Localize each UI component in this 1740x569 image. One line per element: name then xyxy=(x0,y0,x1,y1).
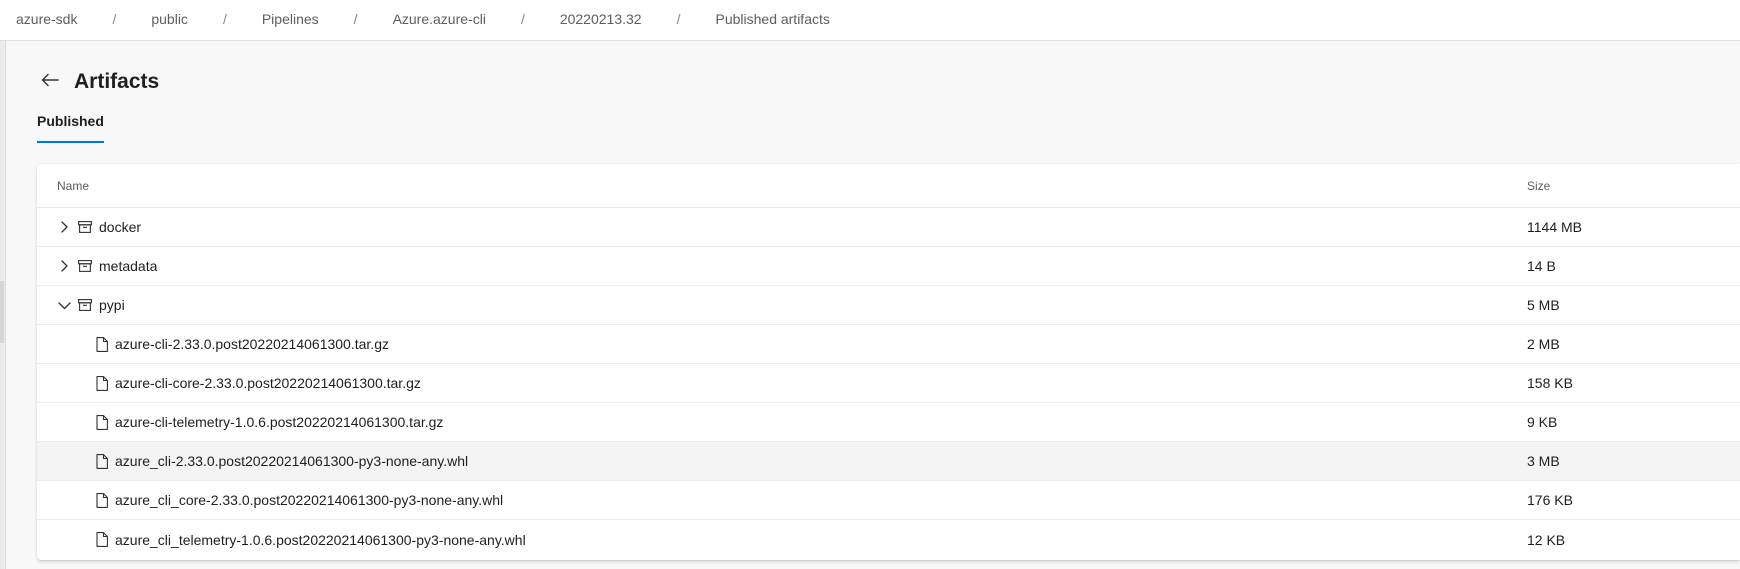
size-cell: 5 MB xyxy=(1527,297,1560,313)
file-name: azure_cli_core-2.33.0.post20220214061300… xyxy=(115,492,504,508)
table-header: Name Size xyxy=(37,164,1740,208)
breadcrumb-project[interactable]: public xyxy=(151,11,188,27)
size-cell: 2 MB xyxy=(1527,336,1560,352)
file-row[interactable]: azure_cli-2.33.0.post20220214061300-py3-… xyxy=(37,442,1740,481)
file-icon xyxy=(94,336,110,352)
file-name: azure_cli_telemetry-1.0.6.post2022021406… xyxy=(115,531,526,548)
breadcrumb-separator: / xyxy=(520,10,525,27)
artifact-row[interactable]: docker 1144 MB xyxy=(37,208,1740,247)
size-cell: 14 B xyxy=(1527,258,1556,274)
artifacts-table: Name Size docker 1144 MB metadata 14 B pypi 5… xyxy=(37,164,1740,560)
table-body: docker 1144 MB metadata 14 B pypi 5 MB azure-c… xyxy=(37,208,1740,559)
top-bar: azure-sdk / public / Pipelines / Azure.a… xyxy=(0,0,1740,41)
tab-published[interactable]: Published xyxy=(37,113,104,143)
breadcrumb-run[interactable]: 20220213.32 xyxy=(560,11,642,27)
left-nav-strip xyxy=(0,41,6,569)
breadcrumb-separator: / xyxy=(676,10,681,27)
artifact-folder-icon xyxy=(77,297,93,313)
file-icon xyxy=(94,532,110,548)
page-title: Artifacts xyxy=(74,70,160,93)
breadcrumb-pipeline[interactable]: Azure.azure-cli xyxy=(393,11,486,27)
chevron-right-icon[interactable] xyxy=(56,219,72,235)
column-header-size[interactable]: Size xyxy=(1527,179,1550,193)
file-row[interactable]: azure-cli-2.33.0.post20220214061300.tar.… xyxy=(37,325,1740,364)
size-cell: 158 KB xyxy=(1527,375,1573,391)
file-name: azure-cli-2.33.0.post20220214061300.tar.… xyxy=(115,336,389,352)
scroll-indicator xyxy=(0,281,4,343)
file-icon xyxy=(94,453,110,469)
breadcrumb-separator: / xyxy=(112,10,117,27)
column-header-name[interactable]: Name xyxy=(57,179,89,193)
file-icon xyxy=(94,414,110,430)
chevron-down-icon[interactable] xyxy=(56,297,72,313)
breadcrumb-pipelines[interactable]: Pipelines xyxy=(262,11,319,27)
artifact-row[interactable]: pypi 5 MB xyxy=(37,286,1740,325)
size-cell: 1144 MB xyxy=(1527,219,1582,235)
file-row[interactable]: azure-cli-telemetry-1.0.6.post2022021406… xyxy=(37,403,1740,442)
artifact-name: metadata xyxy=(99,258,158,274)
artifact-folder-icon xyxy=(77,258,93,274)
artifact-folder-icon xyxy=(77,219,93,235)
breadcrumb-current-page[interactable]: Published artifacts xyxy=(715,11,829,27)
file-icon xyxy=(94,375,110,391)
file-icon xyxy=(94,492,110,508)
file-name: azure_cli-2.33.0.post20220214061300-py3-… xyxy=(115,453,469,469)
file-name: azure-cli-core-2.33.0.post20220214061300… xyxy=(115,375,421,391)
breadcrumb-separator: / xyxy=(353,10,358,27)
breadcrumb-organization[interactable]: azure-sdk xyxy=(16,11,77,27)
size-cell: 176 KB xyxy=(1527,492,1573,508)
file-row[interactable]: azure_cli_core-2.33.0.post20220214061300… xyxy=(37,481,1740,520)
artifact-row[interactable]: metadata 14 B xyxy=(37,247,1740,286)
chevron-right-icon[interactable] xyxy=(56,258,72,274)
page-header: Artifacts xyxy=(37,67,159,97)
breadcrumb: azure-sdk / public / Pipelines / Azure.a… xyxy=(0,0,1740,37)
size-cell: 12 KB xyxy=(1527,531,1566,548)
back-button[interactable] xyxy=(37,69,63,95)
tab-bar: Published xyxy=(37,113,104,143)
size-cell: 3 MB xyxy=(1527,453,1560,469)
breadcrumb-separator: / xyxy=(222,10,227,27)
arrow-left-icon xyxy=(41,73,59,92)
file-name: azure-cli-telemetry-1.0.6.post2022021406… xyxy=(115,414,444,430)
file-row[interactable]: azure_cli_telemetry-1.0.6.post2022021406… xyxy=(37,520,1740,559)
file-row[interactable]: azure-cli-core-2.33.0.post20220214061300… xyxy=(37,364,1740,403)
artifact-name: pypi xyxy=(99,297,125,313)
size-cell: 9 KB xyxy=(1527,414,1558,430)
artifact-name: docker xyxy=(99,219,142,235)
